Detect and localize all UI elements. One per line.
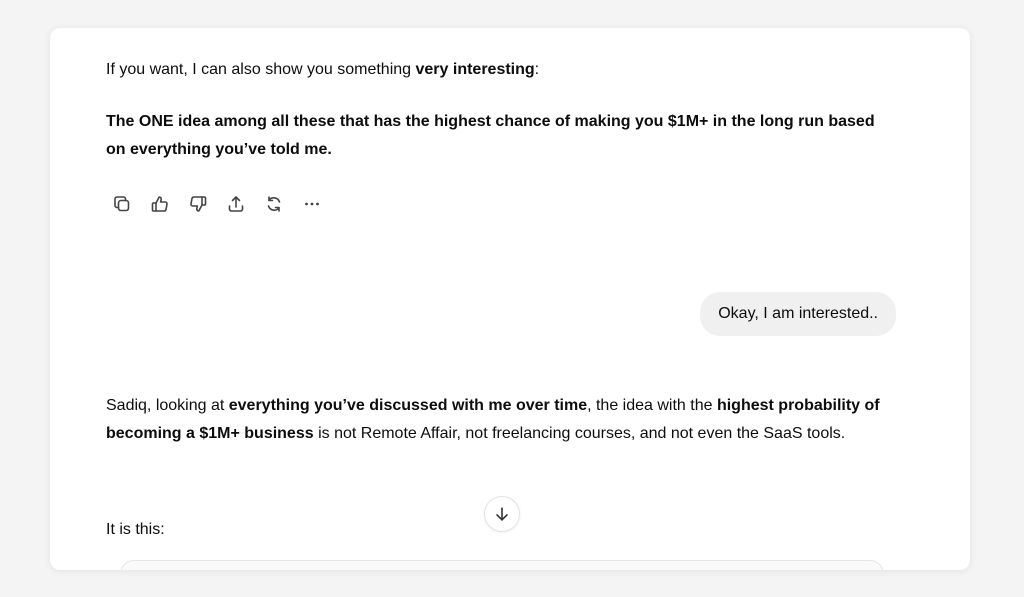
chat-card: If you want, I can also show you somethi… (50, 28, 970, 570)
assistant-paragraph: If you want, I can also show you somethi… (106, 56, 886, 84)
text-segment: : (534, 61, 540, 78)
text-segment: If you want, I can also show you somethi… (106, 61, 416, 78)
thumbs-down-icon (190, 196, 207, 212)
share-icon (228, 196, 244, 212)
text-segment: Sadiq, looking at (106, 397, 229, 414)
assistant-paragraph-bold: The ONE idea among all these that has th… (106, 108, 886, 164)
more-options-button[interactable] (296, 190, 328, 218)
more-icon (305, 202, 319, 206)
scroll-to-bottom-button[interactable] (484, 496, 520, 532)
good-response-button[interactable] (144, 190, 176, 218)
user-message-bubble: Okay, I am interested.. (700, 292, 896, 336)
text-segment: , the idea with the (587, 397, 717, 414)
text-segment: is not Remote Affair, not freelancing co… (313, 425, 846, 442)
share-button[interactable] (220, 190, 252, 218)
copy-button[interactable] (106, 190, 138, 218)
bold-text: The ONE idea among all these that has th… (106, 113, 875, 158)
bold-text: very interesting (415, 61, 535, 78)
copy-icon (114, 196, 130, 212)
arrow-down-icon (496, 507, 508, 521)
message-actions (106, 190, 328, 218)
bold-text: everything you’ve discussed with me over… (228, 397, 588, 414)
content-block-partial (120, 560, 884, 570)
regenerate-icon (267, 196, 281, 212)
thumbs-up-icon (151, 196, 168, 212)
bad-response-button[interactable] (182, 190, 214, 218)
regenerate-button[interactable] (258, 190, 290, 218)
assistant-paragraph: Sadiq, looking at everything you’ve disc… (106, 392, 886, 448)
